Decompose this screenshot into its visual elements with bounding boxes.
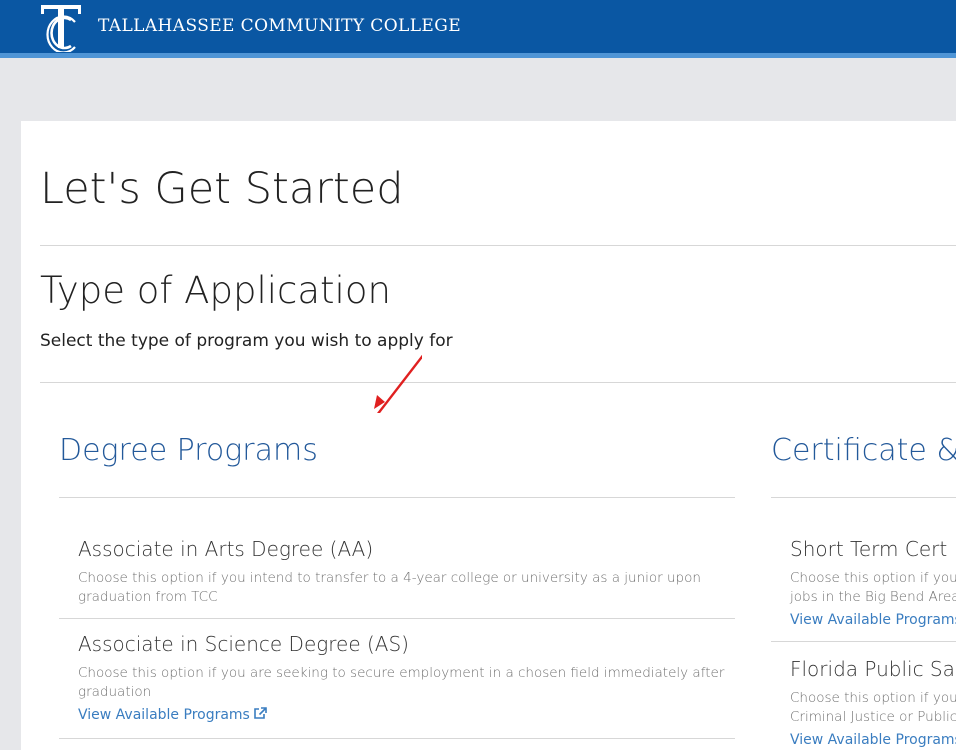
view-programs-link[interactable]: View Available Programs <box>790 732 956 748</box>
program-name[interactable]: Florida Public Sa <box>790 657 955 681</box>
divider <box>771 497 956 498</box>
program-description: Choose this option if you jobs in the Bi… <box>790 570 956 605</box>
divider <box>59 497 735 498</box>
link-label[interactable]: View Available Programs <box>78 707 250 723</box>
tcc-logo-icon[interactable] <box>38 2 84 52</box>
program-description: Choose this option if you Criminal Justi… <box>790 690 956 725</box>
view-programs-link[interactable]: View Available Programs <box>78 707 267 723</box>
page-title: Let's Get Started <box>40 164 404 214</box>
section-title: Type of Application <box>40 269 391 312</box>
application-card: Let's Get Started Type of Application Se… <box>21 121 956 750</box>
divider <box>771 641 956 642</box>
divider <box>59 618 735 619</box>
degree-programs-heading: Degree Programs <box>59 433 318 468</box>
program-name[interactable]: Associate in Arts Degree (AA) <box>78 537 373 561</box>
program-description: Choose this option if you intend to tran… <box>78 570 701 605</box>
program-name[interactable]: Short Term Cert <box>790 537 947 561</box>
divider <box>59 738 735 739</box>
program-description: Choose this option if you are seeking to… <box>78 665 725 700</box>
certificate-heading: Certificate & <box>771 433 956 468</box>
program-name[interactable]: Associate in Science Degree (AS) <box>78 632 409 656</box>
red-arrow-annotation <box>374 354 422 413</box>
external-link-icon <box>254 707 267 719</box>
divider <box>40 382 956 383</box>
view-programs-link[interactable]: View Available Programs <box>790 612 956 628</box>
divider <box>40 245 956 246</box>
site-header: TALLAHASSEE COMMUNITY COLLEGE <box>0 0 956 58</box>
college-name[interactable]: TALLAHASSEE COMMUNITY COLLEGE <box>98 16 461 36</box>
